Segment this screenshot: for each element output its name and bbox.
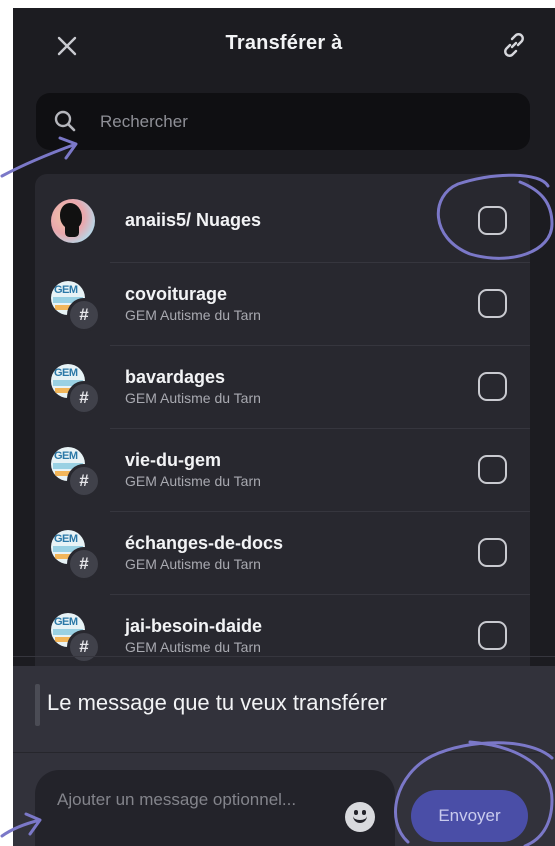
destination-row[interactable]: GEM # échanges-de-docs GEM Autisme du Tarn: [35, 512, 530, 595]
destination-row[interactable]: GEM # jai-besoin-daide GEM Autisme du Tarn: [35, 595, 530, 674]
destination-name: vie-du-gem: [125, 450, 222, 470]
select-checkbox[interactable]: [478, 372, 507, 401]
channel-hash-icon: #: [67, 381, 101, 415]
channel-hash-icon: #: [67, 630, 101, 664]
select-checkbox[interactable]: [478, 538, 507, 567]
destination-row[interactable]: GEM # bavardages GEM Autisme du Tarn: [35, 346, 530, 429]
destination-name: échanges-de-docs: [125, 533, 284, 553]
server-name: GEM Autisme du Tarn: [125, 307, 261, 323]
select-checkbox[interactable]: [478, 621, 507, 650]
message-panel: Le message que tu veux transférer Ajoute…: [13, 666, 555, 846]
modal-header: Transférer à: [13, 8, 555, 84]
forward-modal: Transférer à anaiis5/ Nuages GEM# covoitur…: [13, 8, 555, 846]
avatar: [51, 199, 95, 243]
server-name: GEM Autisme du Tarn: [125, 556, 261, 572]
server-name: GEM Autisme du Tarn: [125, 473, 261, 489]
destination-list: anaiis5/ Nuages GEM # covoiturage GEM Autism…: [35, 174, 530, 674]
destination-name: jai-besoin-daide: [125, 616, 263, 636]
optional-message-placeholder: Ajouter un message optionnel...: [57, 790, 297, 809]
search-bar[interactable]: [36, 93, 530, 150]
destination-name: covoiturage: [125, 284, 228, 304]
search-input[interactable]: [98, 103, 502, 141]
destination-row[interactable]: anaiis5/ Nuages: [35, 180, 530, 263]
quote-bar: [35, 684, 40, 726]
select-checkbox[interactable]: [478, 289, 507, 318]
server-avatar: GEM #: [51, 281, 101, 332]
forwarded-message-text: Le message que tu veux transférer: [47, 690, 387, 715]
link-icon[interactable]: [499, 30, 529, 60]
select-checkbox[interactable]: [478, 455, 507, 484]
destination-row[interactable]: GEM # covoiturage GEM Autisme du Tarn: [35, 263, 530, 346]
channel-hash-icon: #: [67, 298, 101, 332]
modal-title: Transférer à: [225, 32, 343, 54]
server-name: GEM Autisme du Tarn: [125, 639, 261, 655]
search-icon: [54, 110, 76, 132]
divider: [13, 752, 555, 753]
optional-message-field[interactable]: Ajouter un message optionnel...: [35, 770, 395, 846]
divider: [13, 656, 555, 657]
server-avatar: GEM #: [51, 530, 101, 581]
server-name: GEM Autisme du Tarn: [125, 390, 261, 406]
server-avatar: GEM #: [51, 364, 101, 415]
server-avatar: GEM #: [51, 447, 101, 498]
server-avatar: GEM #: [51, 613, 101, 664]
destination-row[interactable]: GEM # vie-du-gem GEM Autisme du Tarn: [35, 429, 530, 512]
send-button[interactable]: Envoyer: [411, 790, 528, 842]
channel-hash-icon: #: [67, 547, 101, 581]
destination-name: bavardages: [125, 367, 226, 387]
destination-name: anaiis5/ Nuages: [125, 210, 262, 230]
emoji-icon[interactable]: [345, 802, 375, 832]
channel-hash-icon: #: [67, 464, 101, 498]
select-checkbox[interactable]: [478, 206, 507, 235]
